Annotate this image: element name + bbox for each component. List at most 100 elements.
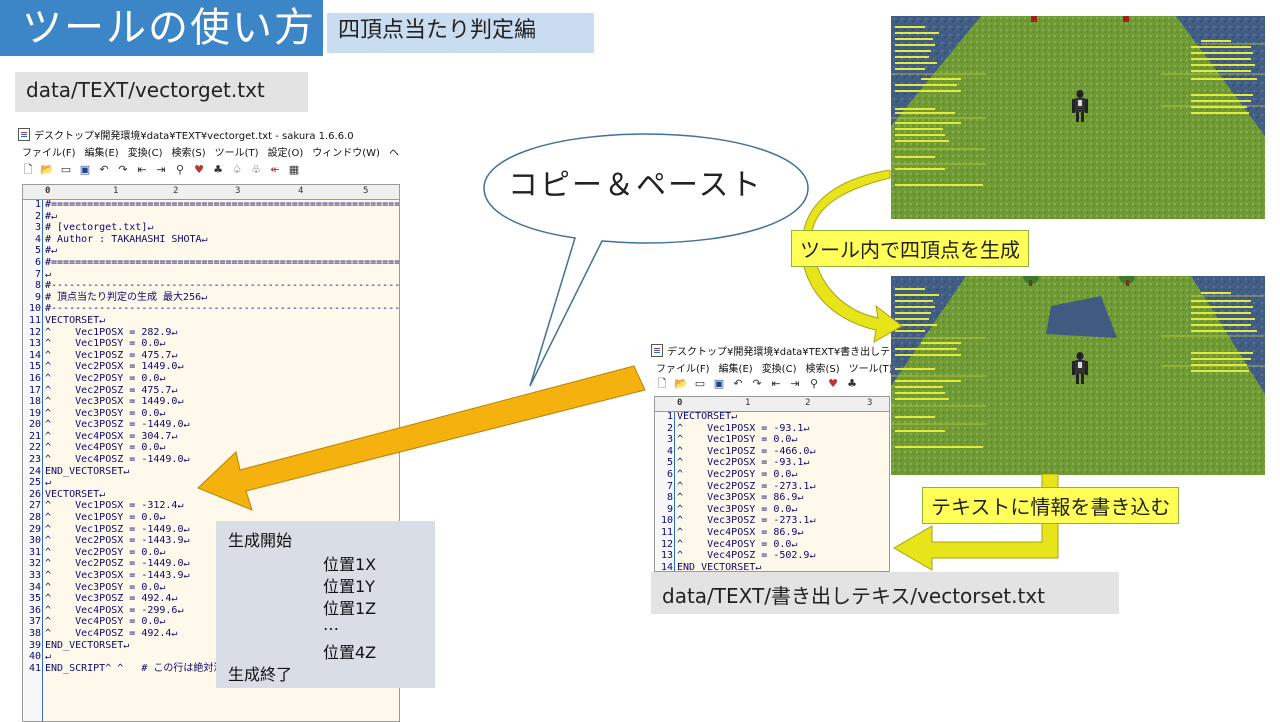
code-line[interactable]: 2 ^ Vec1POSX = -93.1↵ (655, 423, 815, 435)
open-folder-icon[interactable]: 📂 (39, 162, 55, 178)
code-text: ↵ (45, 477, 52, 489)
bookmark-icon[interactable]: ♣ (210, 162, 226, 178)
back-icon[interactable]: ⇤ (768, 376, 784, 392)
jump-icon[interactable]: ♧ (248, 162, 264, 178)
code-line[interactable]: 14 END_VECTORSET↵ (655, 561, 815, 572)
menu-convert[interactable]: 変換(C) (128, 148, 163, 159)
compare-icon[interactable]: ♤ (229, 162, 245, 178)
code-line[interactable]: 7 ^ Vec2POSZ = -273.1↵ (655, 481, 816, 493)
line-number: 11 (660, 526, 673, 538)
forward-icon[interactable]: ⇥ (153, 162, 169, 178)
code-text: END_VECTORSET↵ (677, 561, 762, 572)
editor-right-menubar: ファイル(F)編集(E)変換(C)検索(S)ツール(T)設 (656, 360, 921, 375)
code-line[interactable]: 6 #======================================… (23, 256, 400, 269)
code-line[interactable]: 6 ^ Vec2POSY = 0.0↵ (655, 469, 815, 481)
menu-search[interactable]: 検索(S) (171, 148, 205, 159)
editor-left-titlebar: デスクトップ¥開発環境¥data¥TEXT¥vectorget.txt - sa… (18, 124, 354, 143)
line-number: 1 (34, 199, 41, 210)
menu-file[interactable]: ファイル(F) (22, 148, 76, 159)
code-line[interactable]: 4 ^ Vec1POSZ = -466.0↵ (655, 446, 816, 458)
open-folder-icon[interactable]: 📂 (673, 376, 689, 392)
code-line[interactable]: 12 ^ Vec1POSX = 282.9↵ (23, 327, 399, 339)
line-number: 13 (660, 550, 673, 562)
save-icon[interactable]: ▭ (58, 162, 74, 178)
game-scene-after (891, 276, 1265, 475)
code-line[interactable]: 3 ^ Vec1POSY = 0.0↵ (655, 434, 815, 446)
menu-convert[interactable]: 変換(C) (762, 364, 797, 375)
back-icon[interactable]: ⇤ (134, 162, 150, 178)
code-line[interactable]: 13 ^ Vec1POSY = 0.0↵ (23, 338, 399, 350)
grep-icon[interactable]: ♥ (825, 376, 841, 392)
menu-file[interactable]: ファイル(F) (656, 364, 710, 375)
code-line[interactable]: 7 ↵ (23, 269, 399, 281)
code-line[interactable]: 5 #↵ (23, 245, 399, 257)
notepad-icon (18, 128, 30, 141)
search-icon[interactable]: ⚲ (172, 162, 188, 178)
undo-icon[interactable]: ↶ (96, 162, 112, 178)
line-number: 39 (28, 639, 41, 651)
outline-icon[interactable]: ▦ (286, 162, 302, 178)
code-text: ^ Vec3POSZ = 492.4↵ (45, 593, 178, 605)
code-line[interactable]: 3 # [vectorget.txt]↵ (23, 222, 399, 234)
editor-left-menubar: ファイル(F) 編集(E) 変換(C) 検索(S) ツール(T) 設定(O) ウィンドウ(W… (22, 144, 408, 159)
code-text: VECTORSET↵ (45, 314, 106, 326)
gen-pos4z: 位置4Z (323, 643, 377, 662)
undo-icon[interactable]: ↶ (730, 376, 746, 392)
save-all-icon[interactable]: ▣ (711, 376, 727, 392)
editor-right-body[interactable]: 0 1 2 3 1 VECTORSET↵ 2 ^ Vec1POSX = -93.1↵ 3… (654, 396, 890, 572)
menu-edit[interactable]: 編集(E) (719, 364, 753, 375)
menu-window[interactable]: ウィンドウ(W) (312, 148, 380, 159)
menu-help[interactable]: ヘ (389, 148, 399, 159)
game-screen-before (891, 16, 1265, 219)
gen-start: 生成開始 (228, 531, 293, 550)
code-text: ^ Vec3POSZ = -1449.0↵ (45, 419, 190, 431)
new-file-icon[interactable]: 🗋 (654, 376, 670, 392)
code-line[interactable]: 8 #--------------------------------------… (23, 280, 399, 292)
gen-end: 生成終了 (228, 665, 293, 684)
line-number: 13 (28, 338, 41, 350)
line-number: 15 (28, 361, 41, 373)
code-line[interactable]: 13 ^ Vec4POSZ = -502.9↵ (655, 550, 816, 562)
path-right-label: data/TEXT/書き出しテキス/vectorset.txt (662, 584, 1045, 608)
gen-ellipsis: … (323, 615, 339, 634)
code-line[interactable]: 1 #======================================… (23, 199, 399, 211)
redo-icon[interactable]: ↷ (749, 376, 765, 392)
line-number: 4 (34, 233, 41, 245)
save-icon[interactable]: ▭ (692, 376, 708, 392)
line-number: 24 (28, 465, 41, 477)
code-line[interactable]: 5 ^ Vec2POSX = -93.1↵ (655, 457, 815, 469)
line-number: 40 (28, 651, 41, 663)
code-line[interactable]: 11 ^ Vec4POSX = 86.9↵ (655, 527, 815, 539)
grep-icon[interactable]: ♥ (191, 162, 207, 178)
code-line[interactable]: 8 ^ Vec3POSX = 86.9↵ (655, 492, 815, 504)
save-all-icon[interactable]: ▣ (77, 162, 93, 178)
code-line[interactable]: 11 VECTORSET↵ (23, 314, 399, 327)
line-number: 25 (28, 477, 41, 489)
forward-icon[interactable]: ⇥ (787, 376, 803, 392)
code-line[interactable]: 1 VECTORSET↵ (655, 411, 815, 423)
new-file-icon[interactable]: 🗋 (20, 162, 36, 178)
redo-icon[interactable]: ↷ (115, 162, 131, 178)
menu-search[interactable]: 検索(S) (805, 364, 839, 375)
code-line[interactable]: 2 #↵ (23, 211, 399, 223)
code-line[interactable]: 9 ^ Vec3POSY = 0.0↵ (655, 504, 815, 516)
code-text: #=======================================… (45, 256, 400, 268)
code-line[interactable]: 10 #-------------------------------------… (23, 303, 399, 315)
code-line[interactable]: 4 # Author : TAKAHASHI SHOTA↵ (23, 233, 399, 246)
code-line[interactable]: 9 # 頂点当たり判定の生成 最大256↵ (23, 292, 399, 304)
menu-settings[interactable]: 設定(O) (268, 148, 304, 159)
slide-title: ツールの使い方 (22, 5, 316, 51)
code-text: ^ Vec3POSY = 0.0↵ (45, 407, 166, 419)
menu-tool[interactable]: ツール(T) (215, 148, 259, 159)
menu-edit[interactable]: 編集(E) (85, 148, 119, 159)
code-text: VECTORSET↵ (677, 411, 738, 422)
menu-tool[interactable]: ツール(T) (849, 364, 893, 375)
code-line[interactable]: 12 ^ Vec4POSY = 0.0↵ (655, 539, 815, 551)
tag-jump-icon[interactable]: ↞ (267, 162, 283, 178)
code-line[interactable]: 10 ^ Vec3POSZ = -273.1↵ (655, 515, 816, 527)
bookmark-icon[interactable]: ♣ (844, 376, 860, 392)
code-text: ^ Vec2POSX = -93.1↵ (677, 457, 810, 469)
code-text: ^ Vec3POSY = 0.0↵ (677, 503, 798, 515)
search-icon[interactable]: ⚲ (806, 376, 822, 392)
code-text: #↵ (45, 245, 58, 257)
